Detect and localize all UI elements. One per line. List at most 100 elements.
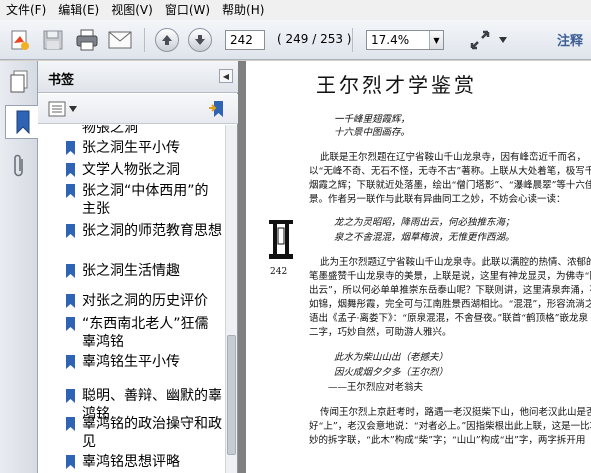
page-text-line: ——王尔烈应对老翁夫 — [328, 382, 424, 393]
navigation-panel-tabs — [0, 61, 39, 473]
chevron-down-icon[interactable]: ▼ — [429, 31, 443, 49]
menu-edit[interactable]: 编辑(E) — [52, 0, 105, 20]
document-view[interactable]: 王尔烈才学鉴赏 242 一千峰里翅霞辉， 十六景中图画存。此联是王尔烈题在辽宁省鞍… — [238, 61, 591, 473]
bookmark-label: 物張之洞 — [82, 125, 138, 136]
page-title: 王尔烈才学鉴赏 — [316, 73, 477, 97]
bookmarks-panel: 书签 ◀ 物張之洞张之洞生平小传文学人物张之洞张之洞“中体西用”的主张张之洞的师… — [38, 61, 238, 473]
bookmark-item[interactable]: 对张之洞的历史评价 — [66, 292, 222, 310]
bookmark-icon — [66, 163, 75, 177]
bookmark-item[interactable]: “东西南北老人”狂儒辜鸿铭 — [66, 315, 222, 351]
bookmark-label: 张之洞“中体西用”的主张 — [82, 183, 209, 217]
page-number: 242 — [270, 267, 288, 277]
bookmark-label: 文学人物张之洞 — [82, 162, 180, 178]
bookmark-icon — [66, 141, 75, 155]
bookmark-icon — [66, 184, 75, 198]
page-text-line: 此联是王尔烈题在辽宁省鞍山千山龙泉寺，因有峰峦近千而名， — [320, 152, 587, 163]
menu-file[interactable]: 文件(F) — [0, 0, 52, 20]
arrow-up-icon — [155, 28, 179, 52]
page-text-line: 十六景中图画存。 — [334, 127, 411, 138]
bookmark-label: “东西南北老人”狂儒辜鸿铭 — [82, 316, 209, 350]
pages-tab[interactable] — [4, 65, 34, 99]
next-page-button[interactable] — [186, 26, 214, 54]
bookmark-item[interactable]: 物張之洞 — [82, 125, 222, 137]
bookmark-label: 辜鸿铭生平小传 — [82, 354, 180, 370]
bookmark-label: 对张之洞的历史评价 — [82, 293, 208, 309]
create-pdf-icon — [11, 30, 29, 50]
page-gap — [238, 61, 246, 473]
expand-bookmark-button[interactable] — [208, 100, 226, 118]
page-number-input[interactable] — [225, 30, 265, 50]
printer-icon — [76, 29, 98, 51]
page-text-line: 出云”，所以何必单单推崇东岳泰山呢？下联则讲，这里清泉奔涌，花簇 — [309, 285, 591, 296]
page-text-line: 笔墨盛赞千山龙泉寺的美景，上联是说，这里有神龙显灵，为佛寺“降雨 — [309, 271, 591, 282]
bookmark-label: 辜鸿铭的政治操守和政见 — [82, 416, 222, 450]
fit-window-button[interactable] — [466, 26, 494, 54]
page-text-line: 妙的拆字联，“此木”构成“柴”字；“山山”构成“出”字，两字拆开用 — [309, 435, 586, 446]
zoom-input[interactable] — [367, 31, 429, 49]
envelope-icon — [108, 31, 132, 49]
email-button[interactable] — [106, 26, 134, 54]
expand-arrows-icon — [470, 30, 490, 50]
bookmark-item[interactable]: 张之洞的师范教育思想 — [66, 222, 222, 240]
bookmark-icon — [66, 294, 75, 308]
bookmark-label: 张之洞生活情趣 — [82, 263, 180, 279]
scrollbar-thumb[interactable] — [227, 335, 236, 455]
page-text-line: 语出《孟子·离娄下》：“原泉混混，不舍昼夜。”联首“鹤顶格”嵌龙泉 — [309, 313, 588, 324]
page-text-line: 龙之为灵昭昭，降雨出云，何必独推东海； — [334, 217, 515, 228]
previous-page-button[interactable] — [153, 26, 181, 54]
bookmark-icon — [66, 355, 75, 369]
create-pdf-button[interactable] — [6, 26, 34, 54]
attachments-tab[interactable] — [4, 149, 34, 183]
bookmark-options-button[interactable] — [48, 100, 78, 118]
bookmark-item[interactable]: 辜鸿铭生平小传 — [66, 353, 222, 371]
page-text-line: 传闻王尔烈上京赶考时，路遇一老汉挺柴下山，他问老汉此山是否 — [320, 407, 591, 418]
arrow-down-icon — [188, 28, 212, 52]
page-text-line: 以“无峰不奇、无石不怪，无寺不古”著称。上联从大处着笔，极写千峰 — [309, 166, 591, 177]
menu-help[interactable]: 帮助(H) — [216, 0, 270, 20]
bookmark-item[interactable]: 辜鸿铭思想评略 — [66, 453, 222, 471]
page-count-label: ( 249 / 253 ) — [277, 32, 352, 46]
bookmark-label: 辜鸿铭思想评略 — [82, 454, 180, 470]
menu-window[interactable]: 窗口(W) — [159, 0, 216, 20]
bookmark-icon — [66, 417, 75, 431]
annotate-button[interactable]: 注释 — [557, 30, 583, 49]
page-text-line: 景。作者另一联作与此联有异曲同工之妙，不妨会心读一读： — [309, 194, 566, 205]
bookmark-icon — [66, 389, 75, 403]
toolbar-more-button[interactable] — [496, 26, 510, 54]
chevron-down-icon — [69, 106, 77, 112]
bookmark-item[interactable]: 张之洞生活情趣 — [66, 262, 222, 280]
page-text-line: 此水为柴山山出（老撼夫） — [334, 352, 449, 363]
pdf-page: 王尔烈才学鉴赏 242 一千峰里翅霞辉， 十六景中图画存。此联是王尔烈题在辽宁省鞍… — [246, 61, 591, 473]
bookmarks-title: 书签 — [48, 73, 75, 88]
pages-icon — [10, 70, 28, 93]
bookmarks-scrollbar[interactable] — [225, 125, 237, 473]
bookmark-item[interactable]: 张之洞生平小传 — [66, 139, 222, 157]
print-button[interactable] — [73, 26, 101, 54]
bookmark-item[interactable]: 辜鸿铭的政治操守和政见 — [66, 415, 222, 451]
page-ornament-icon — [269, 220, 293, 259]
save-button[interactable] — [39, 26, 67, 54]
page-text-line: 烟霞之辉；下联就近处落墨，绘出“僧门塔影”、“瀑峰晨翠”等十六佳 — [309, 180, 591, 191]
paperclip-icon — [14, 154, 23, 177]
bookmark-icon — [66, 224, 75, 238]
bookmarks-toolbar — [38, 94, 238, 124]
bookmark-item[interactable]: 文学人物张之洞 — [66, 161, 222, 179]
menu-view[interactable]: 视图(V) — [105, 0, 159, 20]
options-list-icon — [48, 101, 66, 117]
page-text-line: 好“上”，老汉会意地说：“对者必上。”因指柴根出此上联，这是一比巧 — [309, 421, 591, 432]
bookmarks-tab[interactable] — [5, 105, 39, 139]
chevron-down-icon — [499, 37, 507, 43]
bookmark-icon — [66, 264, 75, 278]
page-text-line: 如锦，烟舞彤霞，完全可与江南胜景西湖相比。“混混”，形容流淌之声， — [309, 299, 591, 310]
bookmark-item[interactable]: 张之洞“中体西用”的主张 — [66, 182, 222, 218]
acrobat-reader-window: 文件(F) 编辑(E) 视图(V) 窗口(W) 帮助(H) 242 (249 … — [0, 0, 591, 473]
page-text-line: 此为王尔烈题辽宁省鞍山千山龙泉寺。此联以满腔的热情、浓郁的 — [320, 257, 591, 268]
bookmark-icon — [66, 317, 75, 331]
save-icon — [43, 30, 63, 50]
page-text-line: 一千峰里翅霞辉， — [334, 114, 411, 125]
zoom-selector[interactable]: ▼ — [366, 30, 444, 50]
collapse-panel-button[interactable]: ◀ — [219, 69, 233, 83]
bookmarks-list: 物張之洞张之洞生平小传文学人物张之洞张之洞“中体西用”的主张张之洞的师范教育思想… — [38, 125, 226, 473]
menu-bar: 文件(F) 编辑(E) 视图(V) 窗口(W) 帮助(H) — [0, 0, 591, 20]
toolbar: ( 249 / 253 ) ▼ 注释 — [0, 20, 591, 60]
